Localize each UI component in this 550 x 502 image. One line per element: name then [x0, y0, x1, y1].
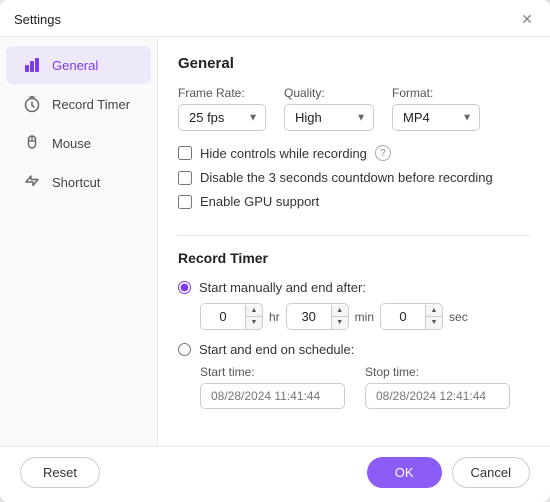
manually-radio[interactable] — [178, 281, 191, 294]
minutes-spinner: ▲ ▼ — [286, 303, 349, 330]
start-time-input[interactable] — [200, 383, 345, 409]
dropdowns-row: Frame Rate: 15 fps 25 fps 30 fps 60 fps … — [178, 86, 530, 131]
format-select[interactable]: MP4 AVI MOV GIF — [392, 104, 480, 131]
disable-countdown-row: Disable the 3 seconds countdown before r… — [178, 170, 530, 185]
titlebar: Settings ✕ — [0, 0, 550, 37]
stop-time-input[interactable] — [365, 383, 510, 409]
timer-inputs: ▲ ▼ hr ▲ ▼ min — [200, 303, 530, 330]
reset-button[interactable]: Reset — [20, 457, 100, 488]
format-label: Format: — [392, 86, 480, 100]
minutes-input[interactable] — [287, 304, 331, 329]
hours-arrows: ▲ ▼ — [245, 305, 262, 329]
frame-rate-label: Frame Rate: — [178, 86, 266, 100]
sidebar-item-mouse[interactable]: Mouse — [6, 124, 151, 162]
enable-gpu-checkbox[interactable] — [178, 195, 192, 209]
sidebar-mouse-label: Mouse — [52, 136, 91, 151]
minutes-arrows: ▲ ▼ — [331, 305, 348, 329]
minutes-unit: min — [355, 310, 374, 324]
shortcut-icon — [22, 172, 42, 192]
seconds-unit: sec — [449, 310, 468, 324]
help-icon[interactable]: ? — [375, 145, 391, 161]
record-timer-section: Record Timer Start manually and end afte… — [178, 250, 530, 409]
timer-icon — [22, 94, 42, 114]
seconds-down-btn[interactable]: ▼ — [426, 317, 442, 329]
hide-controls-label[interactable]: Hide controls while recording — [200, 146, 367, 161]
stop-time-group: Stop time: — [365, 365, 510, 409]
checkbox-group: Hide controls while recording ? Disable … — [178, 145, 530, 209]
sidebar-record-timer-label: Record Timer — [52, 97, 130, 112]
cancel-button[interactable]: Cancel — [452, 457, 530, 488]
seconds-arrows: ▲ ▼ — [425, 305, 442, 329]
hours-input[interactable] — [201, 304, 245, 329]
quality-select-wrap: Low Medium High ▼ — [284, 104, 374, 131]
hours-down-btn[interactable]: ▼ — [246, 317, 262, 329]
sidebar-general-label: General — [52, 58, 98, 73]
section-divider — [178, 235, 530, 236]
start-time-label: Start time: — [200, 365, 345, 379]
hours-up-btn[interactable]: ▲ — [246, 305, 262, 317]
schedule-inputs: Start time: Stop time: — [200, 365, 530, 409]
hours-spinner: ▲ ▼ — [200, 303, 263, 330]
close-button[interactable]: ✕ — [518, 10, 536, 28]
manually-radio-row: Start manually and end after: — [178, 280, 530, 295]
quality-label: Quality: — [284, 86, 374, 100]
chart-icon — [22, 55, 42, 75]
enable-gpu-label[interactable]: Enable GPU support — [200, 194, 319, 209]
format-group: Format: MP4 AVI MOV GIF ▼ — [392, 86, 480, 131]
frame-rate-group: Frame Rate: 15 fps 25 fps 30 fps 60 fps … — [178, 86, 266, 131]
quality-group: Quality: Low Medium High ▼ — [284, 86, 374, 131]
settings-window: Settings ✕ General — [0, 0, 550, 502]
sidebar: General Record Timer — [0, 37, 158, 446]
disable-countdown-checkbox[interactable] — [178, 171, 192, 185]
ok-button[interactable]: OK — [367, 457, 442, 488]
seconds-spinner: ▲ ▼ — [380, 303, 443, 330]
format-select-wrap: MP4 AVI MOV GIF ▼ — [392, 104, 480, 131]
schedule-label[interactable]: Start and end on schedule: — [199, 342, 354, 357]
sidebar-item-general[interactable]: General — [6, 46, 151, 84]
minutes-up-btn[interactable]: ▲ — [332, 305, 348, 317]
frame-rate-select[interactable]: 15 fps 25 fps 30 fps 60 fps — [178, 104, 266, 131]
sidebar-item-record-timer[interactable]: Record Timer — [6, 85, 151, 123]
record-timer-title: Record Timer — [178, 250, 530, 266]
schedule-radio[interactable] — [178, 343, 191, 356]
window-title: Settings — [14, 12, 61, 27]
disable-countdown-label[interactable]: Disable the 3 seconds countdown before r… — [200, 170, 493, 185]
hide-controls-checkbox[interactable] — [178, 146, 192, 160]
enable-gpu-row: Enable GPU support — [178, 194, 530, 209]
frame-rate-select-wrap: 15 fps 25 fps 30 fps 60 fps ▼ — [178, 104, 266, 131]
start-time-group: Start time: — [200, 365, 345, 409]
footer: Reset OK Cancel — [0, 446, 550, 502]
manually-label[interactable]: Start manually and end after: — [199, 280, 366, 295]
schedule-radio-row: Start and end on schedule: — [178, 342, 530, 357]
stop-time-label: Stop time: — [365, 365, 510, 379]
seconds-input[interactable] — [381, 304, 425, 329]
general-section-title: General — [178, 55, 530, 72]
quality-select[interactable]: Low Medium High — [284, 104, 374, 131]
content-area: General Record Timer — [0, 37, 550, 446]
sidebar-item-shortcut[interactable]: Shortcut — [6, 163, 151, 201]
sidebar-shortcut-label: Shortcut — [52, 175, 100, 190]
minutes-down-btn[interactable]: ▼ — [332, 317, 348, 329]
hours-unit: hr — [269, 310, 280, 324]
seconds-up-btn[interactable]: ▲ — [426, 305, 442, 317]
footer-right: OK Cancel — [367, 457, 530, 488]
hide-controls-row: Hide controls while recording ? — [178, 145, 530, 161]
mouse-icon — [22, 133, 42, 153]
main-panel: General Frame Rate: 15 fps 25 fps 30 fps… — [158, 37, 550, 446]
